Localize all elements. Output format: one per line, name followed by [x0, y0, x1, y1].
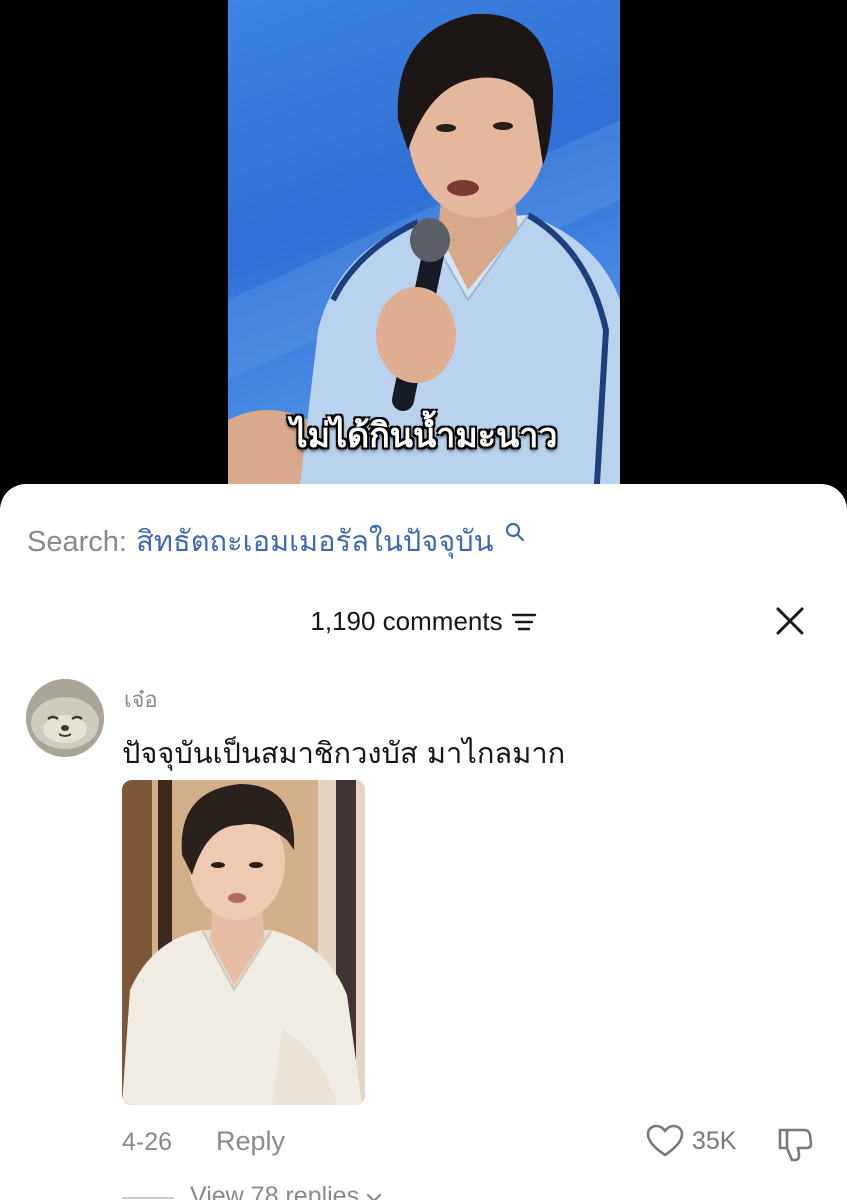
- avatar[interactable]: [26, 679, 104, 757]
- dislike-icon[interactable]: [776, 1126, 814, 1162]
- comment-text: ปัจจุบันเป็นสมาชิกวงบัส มาไกลมาก: [122, 736, 566, 770]
- view-replies-row[interactable]: View 78 replies: [0, 1182, 847, 1200]
- replies-divider: [122, 1197, 174, 1199]
- seal-avatar-image: [26, 679, 104, 757]
- search-term-link[interactable]: สิทธัตถะเอมเมอรัลในปัจจุบัน: [136, 524, 493, 558]
- comment-photo-image: [122, 780, 365, 1105]
- comment-date: 4-26: [122, 1128, 173, 1156]
- video-player[interactable]: ไม่ได้กินน้ำมะนาว: [0, 0, 847, 500]
- sort-icon[interactable]: [511, 611, 537, 633]
- chevron-down-icon: [366, 1193, 382, 1200]
- search-suggestion[interactable]: Search: สิทธัตถะเอมเมอรัลในปัจจุบัน: [27, 518, 525, 564]
- comment-actions: 4-26 Reply 35K: [0, 1124, 847, 1164]
- reply-button[interactable]: Reply: [216, 1126, 285, 1157]
- view-replies-label: View 78 replies: [190, 1182, 360, 1200]
- search-prefix: Search:: [27, 526, 127, 558]
- comment-image[interactable]: [122, 780, 365, 1105]
- like-count: 35K: [692, 1126, 737, 1155]
- view-replies-button[interactable]: View 78 replies: [190, 1182, 382, 1200]
- like-button[interactable]: 35K: [646, 1124, 736, 1158]
- search-icon: [505, 522, 524, 542]
- comments-count-label: 1,190 comments: [310, 606, 503, 636]
- heart-icon: [646, 1124, 684, 1157]
- comments-header: 1,190 comments: [0, 604, 847, 644]
- comment-username[interactable]: เจ๋อ: [124, 682, 158, 717]
- comments-sheet: Search: สิทธัตถะเอมเมอรัลในปัจจุบัน 1,19…: [0, 484, 847, 1200]
- video-caption: ไม่ได้กินน้ำมะนาว: [290, 416, 558, 456]
- close-icon[interactable]: [773, 604, 807, 638]
- video-frame[interactable]: ไม่ได้กินน้ำมะนาว: [228, 0, 620, 500]
